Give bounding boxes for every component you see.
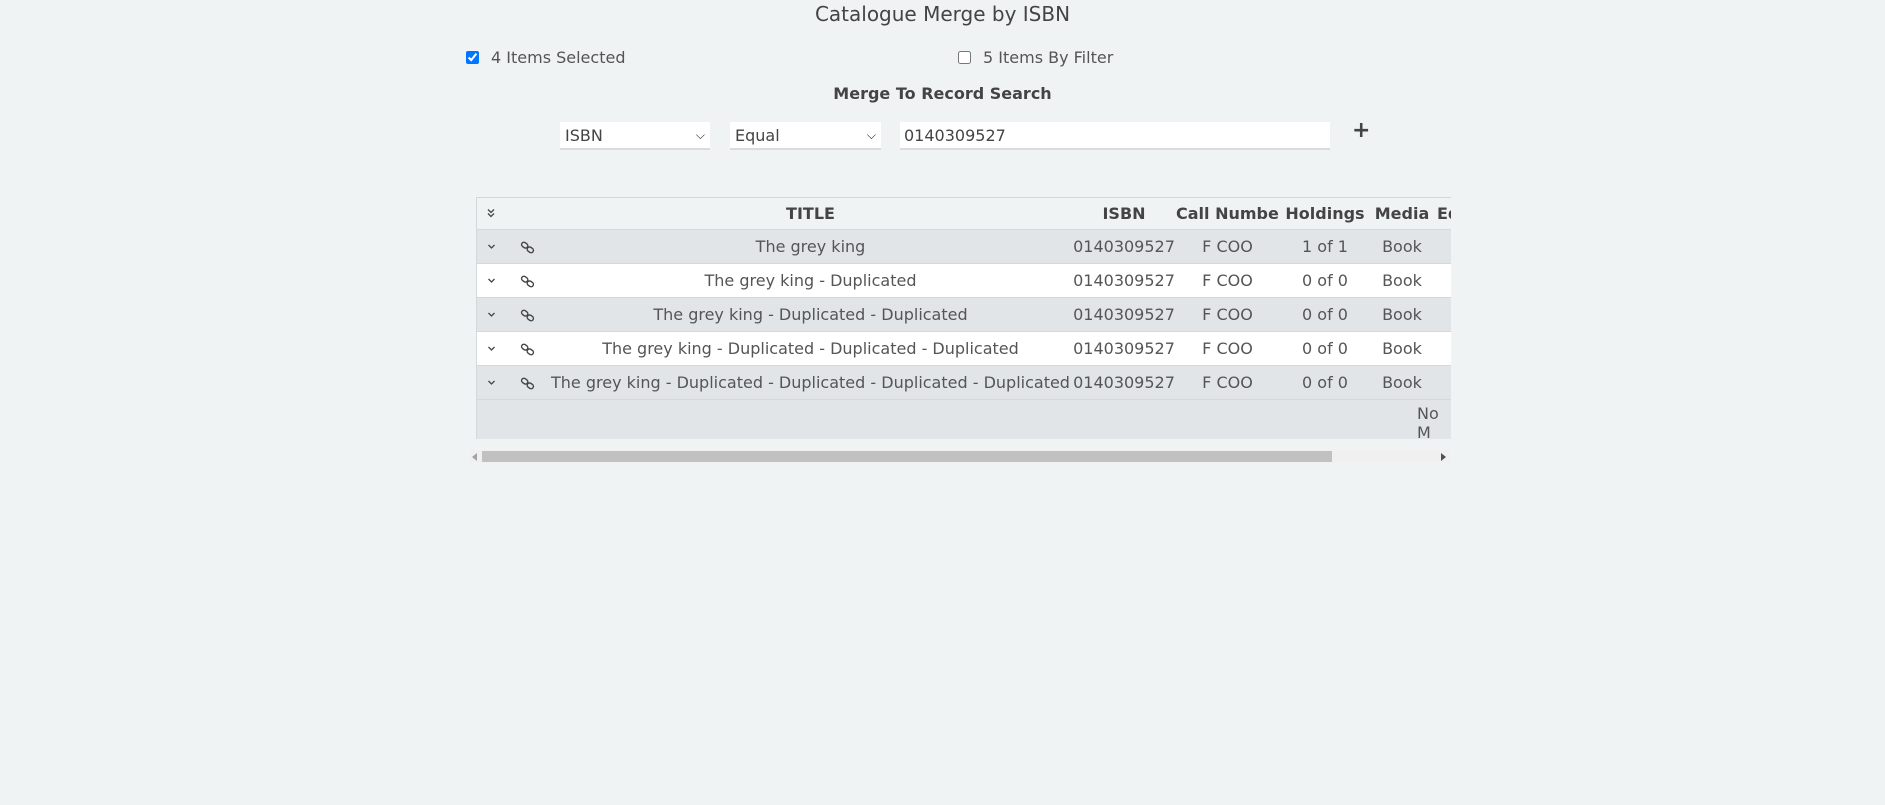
cell-call-number: F COO [1176, 365, 1279, 400]
items-by-filter-option[interactable]: 5 Items By Filter [958, 48, 1113, 67]
cell-isbn: 0140309527 [1072, 331, 1176, 366]
add-criteria-button[interactable]: + [1352, 118, 1370, 143]
link-column-header [505, 198, 549, 230]
link-icon [520, 343, 534, 356]
chevron-down-icon [486, 241, 497, 256]
cell-title: The grey king - Duplicated [549, 263, 1072, 298]
plus-icon: + [1352, 118, 1371, 143]
table-row[interactable]: The grey king - Duplicated - Duplicated … [477, 331, 1451, 366]
table-header-row: TITLE ISBN Call Number Holdings Media Ed… [477, 198, 1451, 230]
cell-call-number: F COO [1176, 331, 1279, 366]
cell-holdings: 0 of 0 [1279, 365, 1371, 400]
row-link-button[interactable] [505, 331, 549, 366]
merge-search-heading: Merge To Record Search [833, 84, 1052, 103]
search-field-value: ISBN [565, 125, 603, 145]
column-header-title[interactable]: TITLE [549, 198, 1072, 230]
scroll-left-arrow-icon[interactable] [472, 453, 477, 461]
table-row[interactable]: The grey king - Duplicated 0140309527 F CO… [477, 263, 1451, 298]
cell-holdings: 0 of 0 [1279, 263, 1371, 298]
link-icon [520, 275, 534, 288]
search-field-select[interactable]: ISBN ⌵ [560, 122, 710, 150]
link-icon [520, 241, 534, 254]
search-operator-value: Equal [735, 125, 780, 145]
scroll-right-arrow-icon[interactable] [1441, 453, 1446, 461]
table-row[interactable]: The grey king 0140309527 F COO 1 of 1 Book [477, 229, 1451, 264]
cell-edition [1433, 331, 1451, 366]
column-header-holdings[interactable]: Holdings [1279, 198, 1371, 230]
items-selected-checkbox[interactable] [466, 51, 479, 64]
items-selected-label: 4 Items Selected [491, 48, 626, 67]
search-query-input[interactable] [900, 122, 1330, 150]
chevron-down-icon: ⌵ [695, 127, 705, 142]
column-header-edition[interactable]: Edi [1433, 198, 1451, 230]
chevron-down-icon: ⌵ [866, 127, 876, 142]
cell-media: Book [1371, 365, 1433, 400]
page-title: Catalogue Merge by ISBN [814, 2, 1071, 26]
column-header-media[interactable]: Media [1371, 198, 1433, 230]
expand-all-button[interactable] [477, 198, 505, 230]
items-by-filter-label: 5 Items By Filter [983, 48, 1114, 67]
cell-edition [1433, 229, 1451, 264]
row-link-button[interactable] [505, 263, 549, 298]
cell-call-number: F COO [1176, 229, 1279, 264]
chevron-down-icon [486, 377, 497, 392]
link-icon [520, 309, 534, 322]
cell-call-number: F COO [1176, 263, 1279, 298]
cell-edition [1433, 263, 1451, 298]
row-expand-button[interactable] [477, 263, 505, 298]
double-chevron-down-icon [485, 208, 497, 223]
row-link-button[interactable] [505, 229, 549, 264]
cell-media: Book [1371, 331, 1433, 366]
chevron-down-icon [486, 275, 497, 290]
items-by-filter-checkbox[interactable] [958, 51, 971, 64]
row-link-button[interactable] [505, 365, 549, 400]
table-row[interactable]: The grey king - Duplicated - Duplicated … [477, 365, 1451, 400]
link-icon [520, 377, 534, 390]
cell-media: Book [1371, 297, 1433, 332]
cell-edition [1433, 297, 1451, 332]
cell-media: Book [1371, 229, 1433, 264]
cell-isbn: 0140309527 [1072, 365, 1176, 400]
column-header-call-number[interactable]: Call Number [1176, 198, 1279, 230]
column-header-isbn[interactable]: ISBN [1072, 198, 1176, 230]
cell-holdings: 1 of 1 [1279, 229, 1371, 264]
cell-isbn: 0140309527 [1072, 229, 1176, 264]
no-more-results-text: No M [1417, 404, 1439, 439]
cell-holdings: 0 of 0 [1279, 297, 1371, 332]
scrollbar-thumb[interactable] [482, 451, 1332, 462]
cell-title: The grey king [549, 229, 1072, 264]
row-link-button[interactable] [505, 297, 549, 332]
cell-holdings: 0 of 0 [1279, 331, 1371, 366]
table-row[interactable]: The grey king - Duplicated - Duplicated 0… [477, 297, 1451, 332]
cell-isbn: 0140309527 [1072, 263, 1176, 298]
items-selected-option[interactable]: 4 Items Selected [466, 48, 625, 67]
row-expand-button[interactable] [477, 229, 505, 264]
cell-title: The grey king - Duplicated - Duplicated … [549, 365, 1072, 400]
cell-title: The grey king - Duplicated - Duplicated … [549, 331, 1072, 366]
horizontal-scrollbar[interactable] [470, 450, 1450, 463]
cell-isbn: 0140309527 [1072, 297, 1176, 332]
search-operator-select[interactable]: Equal ⌵ [730, 122, 881, 150]
results-table: TITLE ISBN Call Number Holdings Media Ed… [476, 197, 1451, 439]
cell-edition [1433, 365, 1451, 400]
cell-title: The grey king - Duplicated - Duplicated [549, 297, 1072, 332]
chevron-down-icon [486, 343, 497, 358]
cell-media: Book [1371, 263, 1433, 298]
cell-call-number: F COO [1176, 297, 1279, 332]
row-expand-button[interactable] [477, 331, 505, 366]
row-expand-button[interactable] [477, 365, 505, 400]
chevron-down-icon [486, 309, 497, 324]
row-expand-button[interactable] [477, 297, 505, 332]
